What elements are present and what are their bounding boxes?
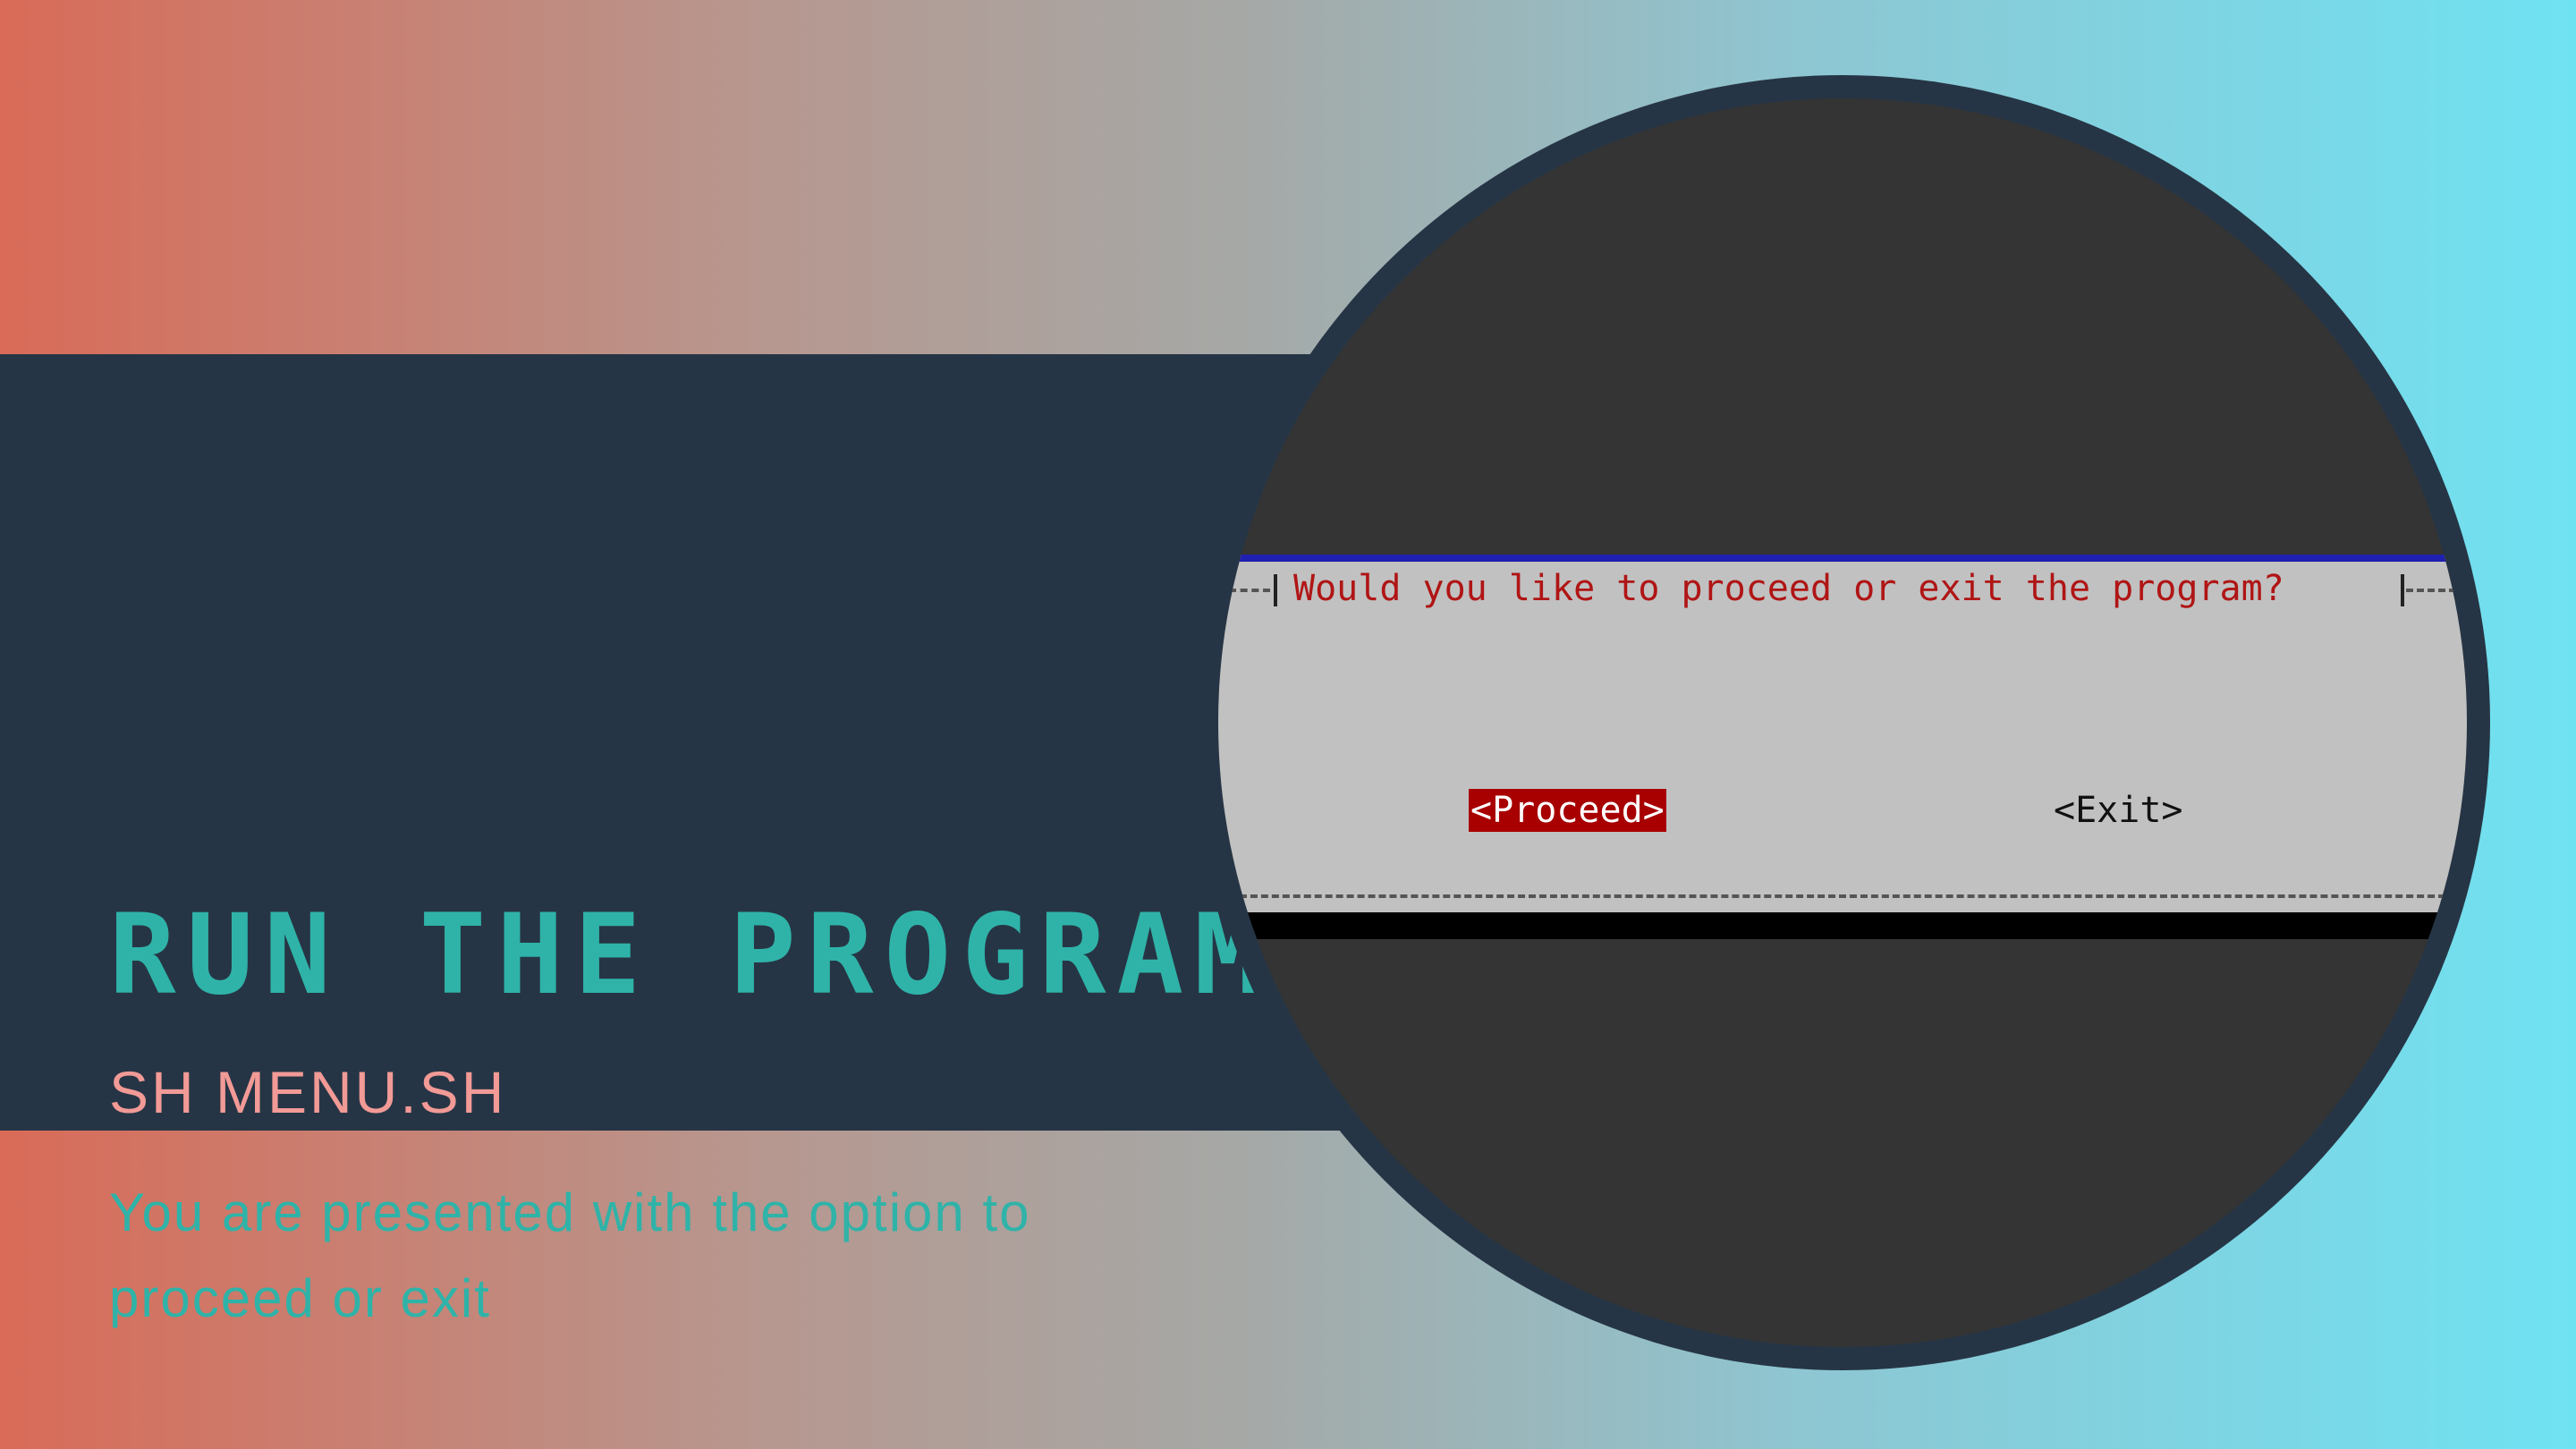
dialog-box: Would you like to proceed or exit the pr… — [1218, 555, 2467, 912]
dialog-border-right — [2406, 589, 2456, 592]
screenshot-circle-frame: Would you like to proceed or exit the pr… — [1195, 75, 2490, 1370]
title-band: RUN THE PROGRAM SH MENU.SH You are prese… — [0, 354, 1395, 1328]
dialog-title-bracket-left — [1274, 574, 1277, 606]
proceed-button[interactable]: <Proceed> — [1469, 789, 1666, 832]
terminal-screen: Would you like to proceed or exit the pr… — [1218, 98, 2467, 1347]
slide-subtitle: SH MENU.SH — [109, 1059, 507, 1125]
slide-description: You are presented with the option to pro… — [109, 1182, 1031, 1328]
slide-title: RUN THE PROGRAM — [109, 891, 1272, 1020]
dialog-bottom-border — [1229, 894, 2456, 898]
exit-button[interactable]: <Exit> — [2054, 789, 2183, 832]
dialog-title-bracket-right — [2401, 574, 2404, 606]
dialog-title: Would you like to proceed or exit the pr… — [1293, 568, 2284, 609]
dialog-shadow — [1218, 912, 2467, 939]
dialog-title-bar: Would you like to proceed or exit the pr… — [1218, 562, 2467, 615]
dialog-border-left — [1229, 589, 1270, 592]
